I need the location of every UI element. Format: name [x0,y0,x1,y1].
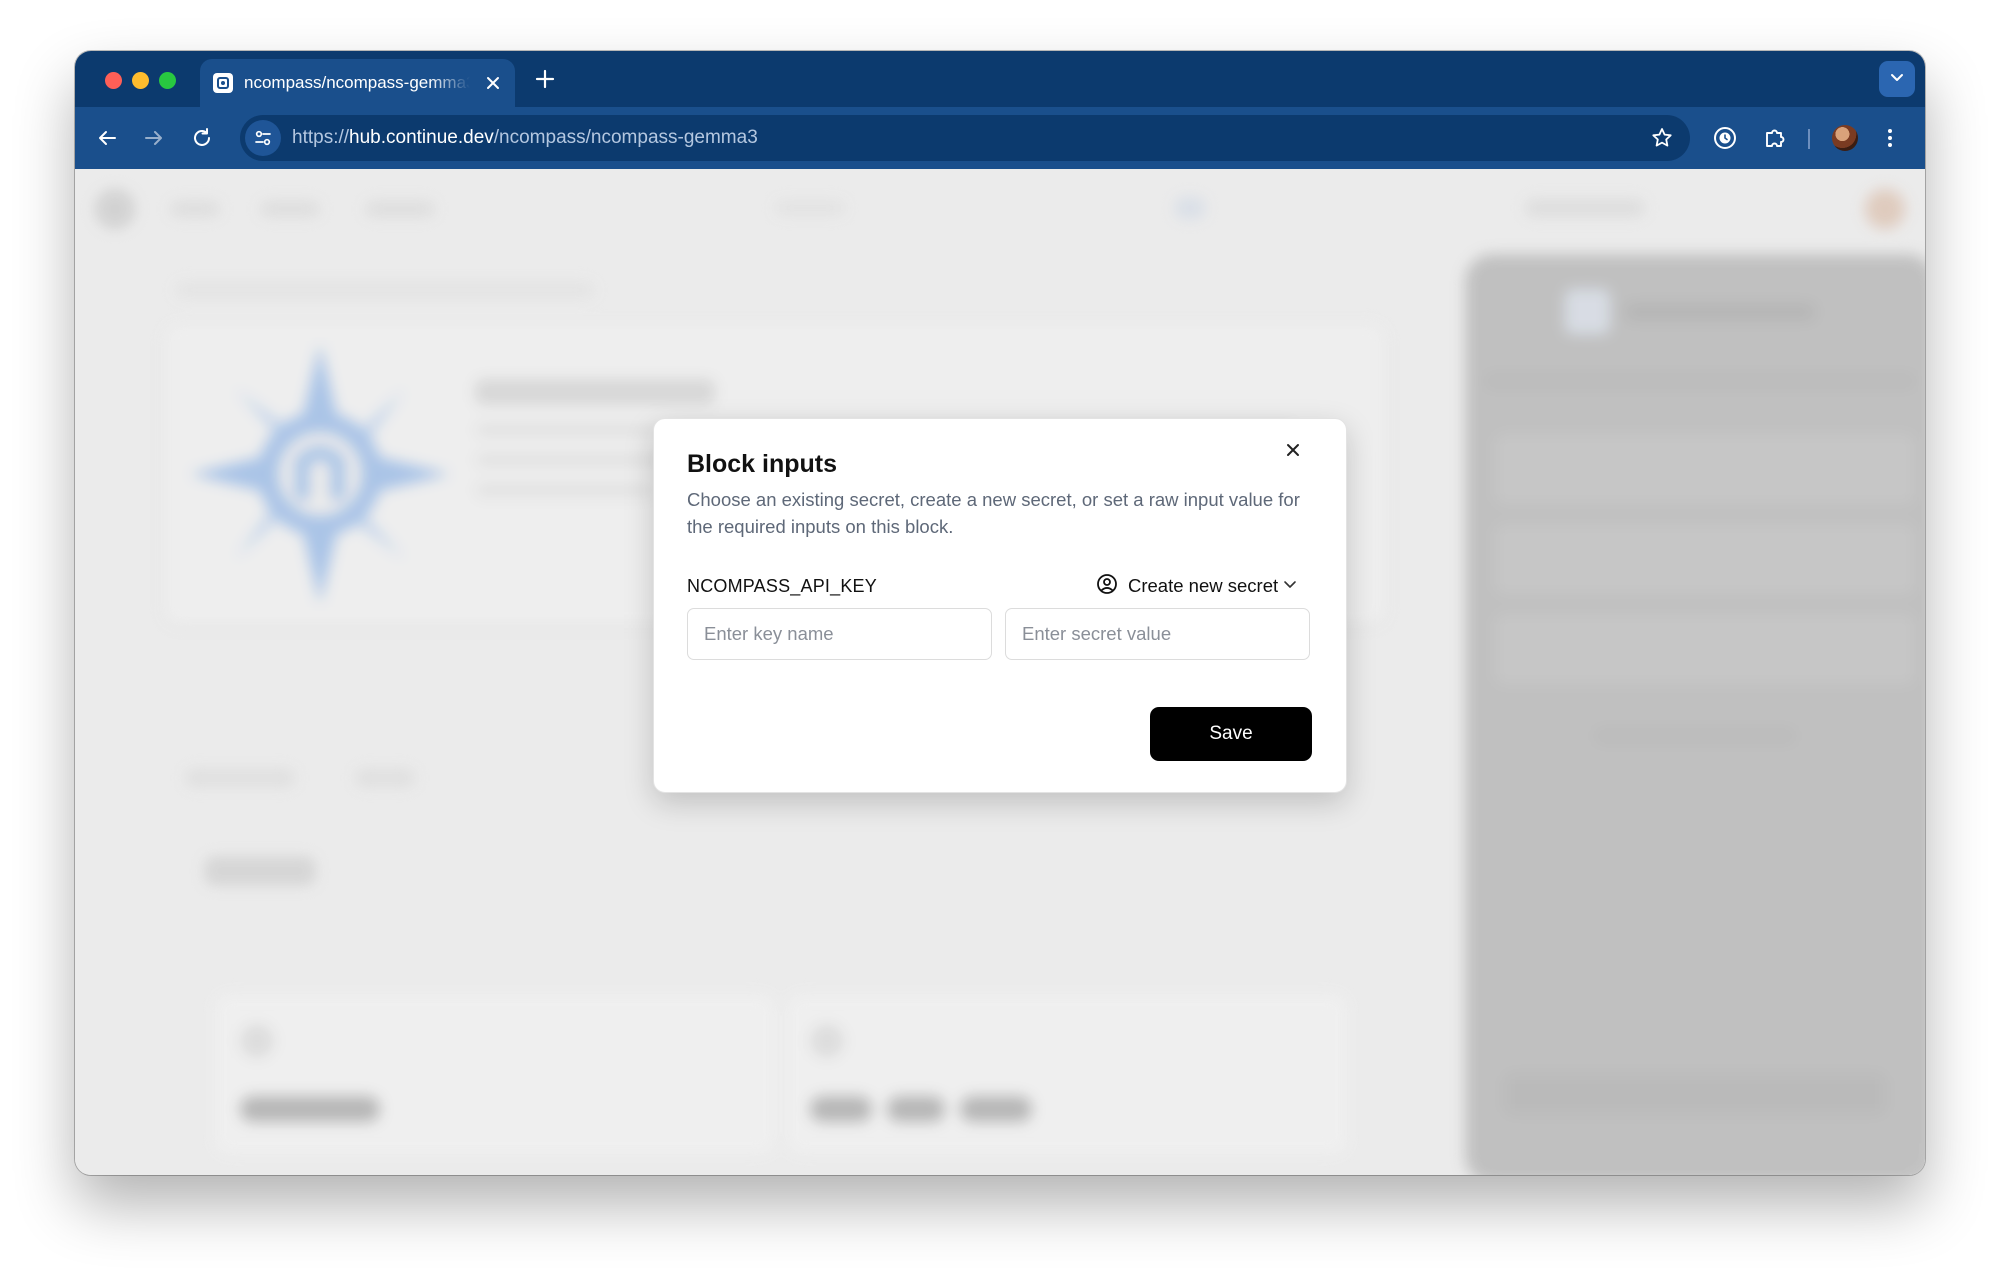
dialog-description: Choose an existing secret, create a new … [687,489,1300,537]
secret-mode-label: Create new secret [1128,575,1279,596]
dialog-title: Block inputs [687,450,838,478]
toolbar-divider [1808,129,1810,149]
plus-icon[interactable] [530,64,560,94]
tab-search-button[interactable] [1879,61,1915,97]
input-field-label: NCOMPASS_API_KEY [687,576,877,596]
tab-strip: ncompass/ncompass-gemma3 [75,51,1925,107]
extension-icon[interactable] [1710,123,1740,153]
maximize-window-button[interactable] [159,72,176,89]
tab-favicon-icon [213,73,233,93]
profile-avatar[interactable] [1832,125,1858,151]
site-settings-icon[interactable] [245,120,281,156]
browser-tab[interactable]: ncompass/ncompass-gemma3 [200,59,515,107]
url-path: /ncompass/ncompass-gemma3 [493,127,758,148]
close-icon[interactable] [483,73,503,93]
key-name-input[interactable] [687,608,992,660]
url-scheme: https:// [292,127,350,148]
close-window-button[interactable] [105,72,122,89]
user-circle-icon [1096,573,1118,600]
chevron-down-icon [1282,576,1298,597]
forward-arrow-icon[interactable] [139,123,169,153]
secret-mode-dropdown[interactable]: Create new secret [1096,573,1316,599]
back-arrow-icon[interactable] [92,123,122,153]
tab-title: ncompass/ncompass-gemma3 [244,73,470,92]
kebab-menu-icon[interactable] [1875,123,1905,153]
url-host: hub.continue.dev [349,127,494,148]
url-text: https://hub.continue.dev/ncompass/ncompa… [292,127,758,149]
address-bar[interactable]: https://hub.continue.dev/ncompass/ncompa… [240,115,1690,161]
secret-value-input[interactable] [1005,608,1310,660]
browser-window: ncompass/ncompass-gemma3 https://hub.con… [75,51,1925,1175]
save-button[interactable]: Save [1150,707,1312,761]
star-icon[interactable] [1650,126,1674,150]
reload-icon[interactable] [187,123,217,153]
puzzle-icon[interactable] [1760,123,1790,153]
close-icon[interactable] [1282,439,1304,461]
block-inputs-dialog: Block inputs Choose an existing secret, … [653,418,1347,793]
minimize-window-button[interactable] [132,72,149,89]
chevron-down-icon [1889,69,1905,90]
browser-toolbar: https://hub.continue.dev/ncompass/ncompa… [75,107,1925,169]
